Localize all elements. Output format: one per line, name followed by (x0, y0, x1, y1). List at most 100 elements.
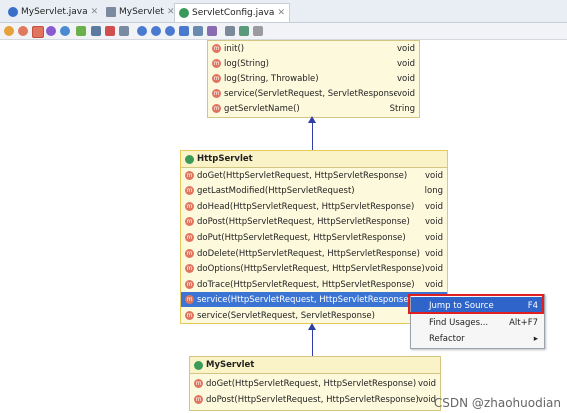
tab-myservlet-java[interactable]: MyServlet.java ✕ (4, 3, 102, 21)
inner-classes-toggle-icon[interactable] (60, 26, 70, 36)
java-class-icon (8, 7, 18, 17)
edge-mode-icon[interactable] (119, 26, 129, 36)
method-icon: m (212, 44, 221, 53)
method-icon: m (194, 379, 203, 388)
method-row[interactable]: m doPost(HttpServletRequest, HttpServlet… (181, 214, 447, 229)
method-icon: m (212, 74, 221, 83)
close-icon[interactable]: ✕ (277, 8, 285, 18)
menu-item-label: Find Usages... (429, 317, 489, 328)
interface-icon (179, 8, 189, 18)
method-row[interactable]: m log(String, Throwable) void (208, 71, 419, 86)
method-row[interactable]: m doPost(HttpServletRequest, HttpServlet… (190, 392, 440, 407)
diagram-toolbar (0, 23, 567, 40)
close-icon[interactable]: ✕ (91, 7, 99, 17)
abstract-class-icon (185, 154, 194, 164)
diagram-icon (106, 7, 116, 17)
print-icon[interactable] (239, 26, 249, 36)
method-row[interactable]: m doOptions(HttpServletRequest, HttpServ… (181, 261, 447, 276)
method-icon: m (185, 249, 194, 258)
method-row[interactable]: m service(ServletRequest, ServletRespons… (208, 86, 419, 101)
fit-content-icon[interactable] (179, 26, 189, 36)
method-row[interactable]: m service(ServletRequest, ServletRespons… (181, 308, 447, 323)
tab-label: MyServlet.java (21, 7, 88, 17)
method-row[interactable]: m getLastModified(HttpServletRequest) lo… (181, 183, 447, 198)
method-signature: init() (224, 43, 245, 54)
method-icon: m (185, 217, 194, 226)
menu-item-jump-to-source[interactable]: Jump to Source F4 (411, 297, 544, 314)
method-return-type: void (425, 232, 443, 243)
method-icon: m (185, 233, 194, 242)
method-return-type: void (397, 58, 415, 69)
method-icon: m (212, 59, 221, 68)
method-signature: doOptions(HttpServletRequest, HttpServle… (197, 263, 425, 274)
submenu-arrow-icon: ▸ (533, 333, 538, 344)
filter-icon[interactable] (91, 26, 101, 36)
method-icon: m (185, 280, 194, 289)
watermark: CSDN @zhaohuodian (433, 396, 561, 410)
zoom-out-icon[interactable] (151, 26, 161, 36)
method-row[interactable]: m doGet(HttpServletRequest, HttpServletR… (190, 376, 440, 391)
method-row[interactable]: m doGet(HttpServletRequest, HttpServletR… (181, 168, 447, 183)
method-icon: m (185, 186, 194, 195)
method-icon: m (185, 311, 194, 320)
class-box-servlet[interactable]: m init() void m log(String) void m log(S… (207, 40, 420, 118)
method-row-selected[interactable]: m service(HttpServletRequest, HttpServle… (181, 292, 447, 307)
method-icon: m (185, 295, 194, 304)
menu-item-label: Jump to Source (429, 300, 494, 311)
menu-item-find-usages[interactable]: Find Usages... Alt+F7 (411, 314, 544, 331)
diagram-canvas[interactable]: m init() void m log(String) void m log(S… (0, 40, 567, 413)
notes-icon[interactable] (76, 26, 86, 36)
method-signature: doPost(HttpServletRequest, HttpServletRe… (197, 216, 410, 227)
editor-tab-bar: MyServlet.java ✕ MyServlet ✕ ServletConf… (0, 0, 567, 23)
menu-item-shortcut: F4 (527, 300, 538, 311)
method-signature: getLastModified(HttpServletRequest) (197, 185, 355, 196)
method-return-type: void (425, 201, 443, 212)
method-row[interactable]: m log(String) void (208, 56, 419, 71)
method-return-type: void (425, 170, 443, 181)
method-signature: doHead(HttpServletRequest, HttpServletRe… (197, 201, 415, 212)
method-row[interactable]: m doTrace(HttpServletRequest, HttpServle… (181, 277, 447, 292)
method-signature: doPost(HttpServletRequest, HttpServletRe… (206, 394, 418, 405)
apply-layout-icon[interactable] (207, 26, 217, 36)
method-row[interactable]: m doHead(HttpServletRequest, HttpServlet… (181, 199, 447, 214)
tab-servletconfig-java[interactable]: ServletConfig.java ✕ (174, 3, 290, 22)
method-signature: service(ServletRequest, ServletResponse) (197, 310, 375, 321)
class-header[interactable]: HttpServlet (181, 151, 447, 168)
method-row[interactable]: m doPut(HttpServletRequest, HttpServletR… (181, 230, 447, 245)
settings-icon[interactable] (253, 26, 263, 36)
inheritance-arrowhead-icon (308, 116, 316, 123)
method-return-type: void (425, 248, 443, 259)
method-icon: m (185, 202, 194, 211)
class-icon (194, 360, 203, 370)
inheritance-arrowhead-icon (308, 323, 316, 330)
constructors-toggle-icon[interactable] (18, 26, 28, 36)
method-return-type: void (397, 88, 415, 99)
method-row[interactable]: m doDelete(HttpServletRequest, HttpServl… (181, 246, 447, 261)
properties-toggle-icon[interactable] (46, 26, 56, 36)
method-row[interactable]: m getServletName() String (208, 101, 419, 116)
context-menu: Jump to Source F4 Find Usages... Alt+F7 … (410, 294, 545, 349)
method-return-type: void (397, 43, 415, 54)
menu-item-label: Refactor (429, 333, 465, 344)
method-return-type: void (418, 378, 436, 389)
method-signature: service(ServletRequest, ServletResponse) (224, 88, 397, 99)
class-header[interactable]: MyServlet (190, 357, 440, 374)
method-return-type: long (424, 185, 443, 196)
menu-item-refactor[interactable]: Refactor ▸ (411, 330, 544, 347)
fields-toggle-icon[interactable] (4, 26, 14, 36)
class-box-myservlet[interactable]: MyServlet m doGet(HttpServletRequest, Ht… (189, 356, 441, 411)
layout-icon[interactable] (193, 26, 203, 36)
class-box-httpservlet[interactable]: HttpServlet m doGet(HttpServletRequest, … (180, 150, 448, 324)
show-dependencies-icon[interactable] (105, 26, 115, 36)
method-return-type: String (389, 103, 415, 114)
actual-size-icon[interactable] (165, 26, 175, 36)
methods-toggle-icon[interactable] (32, 26, 44, 38)
method-row[interactable]: m init() void (208, 41, 419, 56)
method-signature: log(String) (224, 58, 269, 69)
method-icon: m (212, 104, 221, 113)
class-title: MyServlet (206, 360, 255, 370)
export-icon[interactable] (225, 26, 235, 36)
zoom-in-icon[interactable] (137, 26, 147, 36)
method-icon: m (194, 395, 203, 404)
tab-myservlet-diagram[interactable]: MyServlet ✕ (102, 3, 178, 21)
